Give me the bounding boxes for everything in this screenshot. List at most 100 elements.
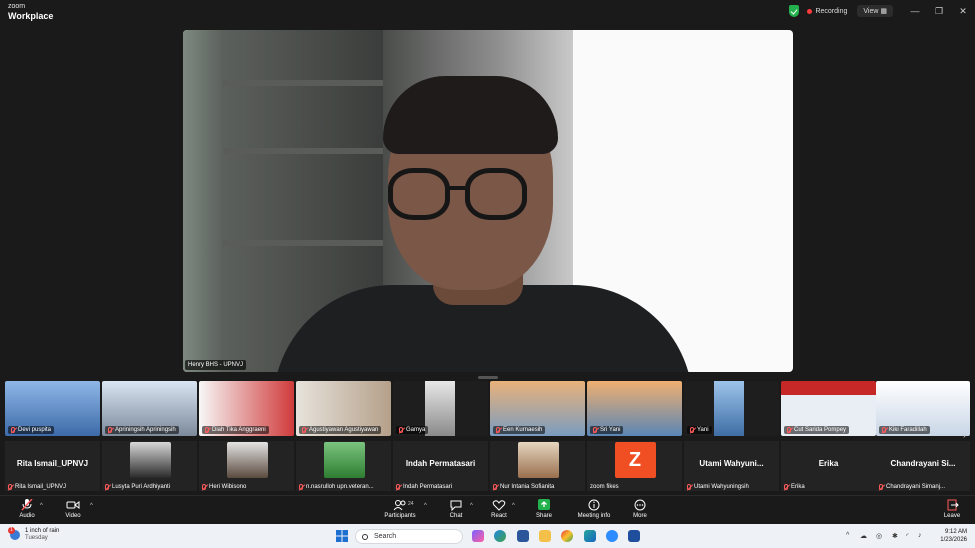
participant-tile[interactable]: Z zoom fikes [587, 441, 682, 491]
video-tile-label: Diah Tika Anggraeni [202, 426, 269, 434]
participant-name: Cut Sarida Pompey [794, 427, 847, 433]
weather-widget[interactable]: 1 1 inch of rain Tuesday [8, 527, 59, 542]
view-label: View [863, 8, 879, 15]
video-tile[interactable]: Diah Tika Anggraeni [199, 381, 294, 436]
video-feed [714, 381, 744, 436]
camera-icon [66, 501, 80, 509]
tray-overflow-icon[interactable]: ^ [846, 532, 849, 539]
video-tile[interactable]: Yani [684, 381, 779, 436]
participant-name: Chandrayani Simanj... [886, 484, 946, 490]
participant-tile[interactable]: Rita Ismail_UPNVJ Rita Ismail_UPNVJ [5, 441, 100, 491]
search-icon [362, 533, 368, 540]
view-button[interactable]: View ▦ [857, 5, 893, 17]
video-tile[interactable]: Agustiyawan Agustiyawan [296, 381, 391, 436]
participants-count: 24 [408, 501, 414, 507]
participant-tile[interactable]: n.nasrulloh upn.veteran... [296, 441, 391, 491]
video-tile[interactable]: Gamya [393, 381, 488, 436]
bluetooth-icon[interactable]: ✱ [892, 532, 898, 540]
edge-browser-icon[interactable] [494, 530, 506, 542]
brand-line2: Workplace [8, 11, 54, 21]
participant-name: n.nasrulloh upn.veteran... [306, 484, 374, 490]
mic-muted-icon [593, 427, 597, 433]
participant-tile[interactable]: Lusyta Puri Ardhiyanti [102, 441, 197, 491]
participant-tile[interactable]: Chandrayani Si... Chandrayani Simanj... [876, 441, 970, 491]
video-tile-label: Cut Sarida Pompey [784, 426, 850, 434]
video-tile-label: Kiki Faradillah [879, 426, 930, 434]
window-titlebar: zoom Workplace Recording View ▦ — ❐ ✕ [0, 0, 975, 22]
mic-muted-icon [882, 427, 886, 433]
video-tile-label: Sri Yani [590, 426, 624, 434]
minimize-button[interactable]: — [903, 6, 927, 16]
participant-tile[interactable]: Heri Wibisono [199, 441, 294, 491]
avatar [129, 442, 171, 478]
react-options-caret-icon[interactable]: ^ [512, 503, 515, 509]
recording-indicator[interactable]: Recording [807, 8, 847, 15]
participant-title: Indah Permatasari [405, 459, 476, 468]
chrome-browser-icon[interactable] [561, 530, 573, 542]
mic-muted-icon [496, 427, 500, 433]
file-explorer-icon[interactable] [539, 530, 551, 542]
video-tile[interactable]: Apriningsih Apriningsih [102, 381, 197, 436]
restore-button[interactable]: ❐ [927, 6, 951, 17]
video-tile-label: Een Kurnaesih [493, 426, 546, 434]
audio-button[interactable]: Audio [16, 499, 38, 519]
video-tile[interactable]: Devi puspita [5, 381, 100, 436]
close-button[interactable]: ✕ [951, 6, 975, 17]
participant-name: Devi puspita [18, 427, 52, 433]
video-tile[interactable]: Sri Yani [587, 381, 682, 436]
participant-name: Een Kurnaesih [503, 427, 543, 433]
avatar [226, 442, 268, 478]
avatar [517, 442, 559, 478]
avatar-letter: Z [614, 442, 656, 478]
copilot-app-icon[interactable] [472, 530, 484, 542]
network-app-icon[interactable]: ◎ [876, 532, 882, 540]
video-tile[interactable]: Kiki Faradillah [876, 381, 970, 436]
participant-tile[interactable]: Indah Permatasari Indah Permatasari [393, 441, 488, 491]
audio-options-caret-icon[interactable]: ^ [40, 503, 43, 509]
leave-label: Leave [943, 513, 961, 519]
word-app-icon[interactable] [628, 530, 640, 542]
os-taskbar: 1 1 inch of rain Tuesday Search ^ ☁ ◎ ✱ … [0, 524, 975, 548]
participant-tile[interactable]: Utami Wahyuni... Utami Wahyuningsih [684, 441, 779, 491]
windows-start-icon[interactable] [336, 530, 348, 542]
video-tile-label: Devi puspita [8, 426, 55, 434]
video-button[interactable]: Video [62, 499, 84, 519]
app-icon[interactable] [584, 530, 596, 542]
participant-name: Indah Permatasari [403, 484, 453, 490]
chat-button[interactable]: Chat [446, 499, 466, 519]
share-button[interactable]: Share [534, 499, 554, 519]
participants-label: Participants [384, 513, 416, 519]
chat-options-caret-icon[interactable]: ^ [470, 503, 473, 509]
recording-label: Recording [815, 7, 848, 15]
mic-muted-icon [396, 484, 400, 490]
onedrive-icon[interactable]: ☁ [860, 532, 867, 540]
mic-muted-icon [105, 484, 109, 490]
participant-title: Erika [818, 459, 839, 468]
meeting-info-label: Meeting info [577, 513, 611, 519]
more-button[interactable]: More [630, 499, 650, 519]
participant-tile[interactable]: Erika Erika [781, 441, 876, 491]
mic-muted-icon [302, 427, 306, 433]
mic-muted-icon [690, 427, 694, 433]
participants-options-caret-icon[interactable]: ^ [424, 503, 427, 509]
taskbar-clock[interactable]: 9:12 AM 1/23/2026 [940, 528, 967, 544]
teams-app-icon[interactable] [517, 530, 529, 542]
leave-button[interactable]: Leave [941, 499, 963, 519]
participant-name: Apriningsih Apriningsih [115, 427, 176, 433]
video-tile[interactable]: Een Kurnaesih [490, 381, 585, 436]
gallery-scroll-handle[interactable] [478, 376, 498, 379]
zoom-app-icon[interactable] [606, 530, 618, 542]
mic-muted-icon [784, 484, 788, 490]
encryption-shield-icon[interactable] [789, 5, 800, 17]
taskbar-search[interactable]: Search [355, 529, 463, 544]
mic-muted-icon [11, 427, 15, 433]
participant-tile[interactable]: Nur Intania Sofianita [490, 441, 585, 491]
video-tile[interactable]: Cut Sarida Pompey [781, 381, 876, 436]
react-button[interactable]: React [489, 499, 509, 519]
meeting-info-button[interactable]: Meeting info [574, 499, 614, 519]
video-options-caret-icon[interactable]: ^ [90, 503, 93, 509]
volume-icon[interactable]: ♪ [918, 532, 922, 539]
wifi-icon[interactable]: ◜ [906, 532, 909, 540]
gallery-next-arrow-icon[interactable]: › [963, 430, 966, 440]
active-speaker-video[interactable]: Henry BHS - UPNVJ [183, 30, 793, 372]
